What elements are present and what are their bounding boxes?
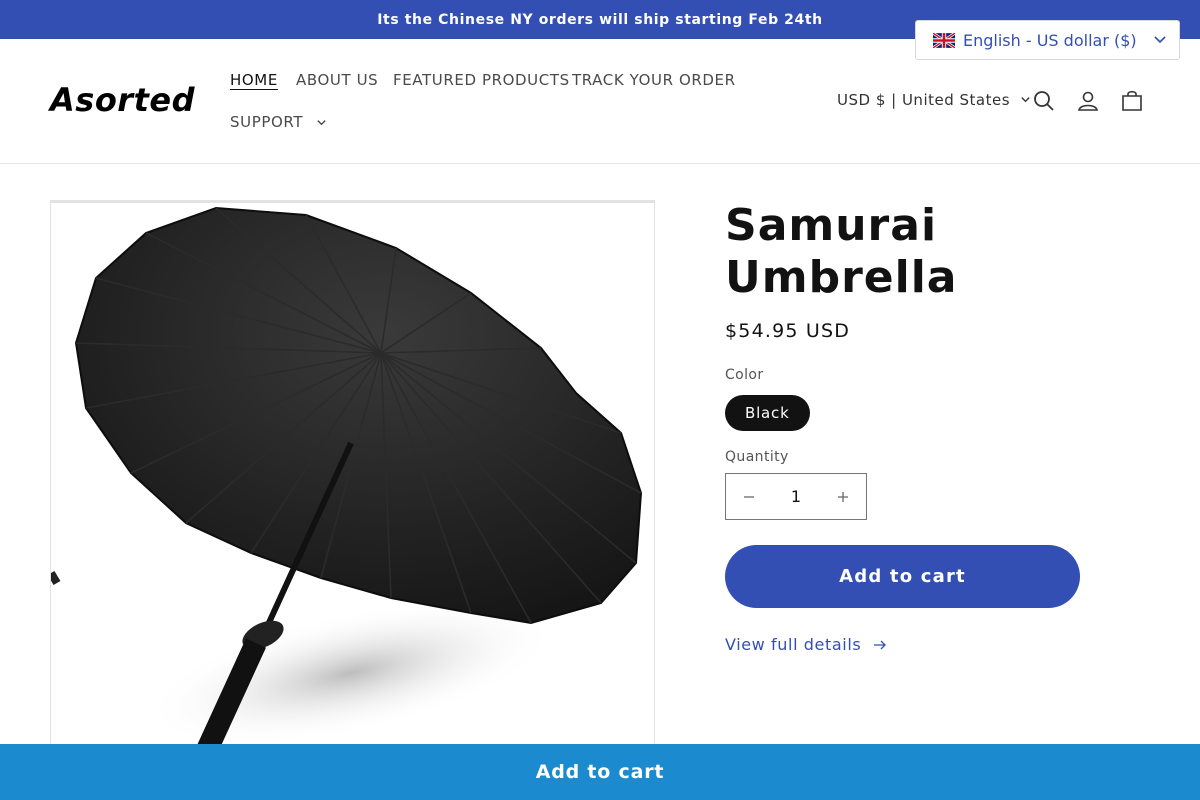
- nav-support[interactable]: SUPPORT: [230, 113, 327, 132]
- view-full-details-label: View full details: [725, 635, 862, 654]
- language-currency-label: English - US dollar ($): [963, 30, 1137, 50]
- nav-about-us[interactable]: ABOUT US: [296, 71, 378, 89]
- nav-support-label: SUPPORT: [230, 113, 304, 131]
- product-price: $54.95 USD: [725, 320, 851, 342]
- account-icon[interactable]: [1076, 89, 1100, 113]
- nav-home[interactable]: HOME: [230, 71, 278, 89]
- minus-icon[interactable]: [726, 474, 772, 519]
- site-logo[interactable]: Asorted: [50, 81, 195, 119]
- language-currency-switcher[interactable]: English - US dollar ($): [915, 20, 1180, 60]
- product-image-gallery[interactable]: [50, 200, 655, 760]
- chevron-down-icon: [1020, 91, 1031, 109]
- currency-label: USD $ | United States: [837, 91, 1011, 109]
- view-full-details-link[interactable]: View full details: [725, 635, 887, 654]
- sticky-add-to-cart-button[interactable]: Add to cart: [0, 744, 1200, 800]
- uk-flag-icon: [932, 31, 956, 49]
- product-image: [51, 206, 643, 759]
- announcement-text: Its the Chinese NY orders will ship star…: [377, 11, 823, 28]
- quantity-input[interactable]: 1: [772, 487, 820, 506]
- quantity-label: Quantity: [725, 449, 789, 465]
- product-title: Samurai Umbrella: [725, 200, 958, 303]
- nav-featured-products[interactable]: FEATURED PRODUCTS: [393, 71, 570, 89]
- currency-selector[interactable]: USD $ | United States: [837, 91, 1031, 109]
- quantity-stepper: 1: [725, 473, 867, 520]
- chevron-down-icon: [316, 114, 327, 132]
- color-label: Color: [725, 367, 764, 383]
- cart-icon[interactable]: [1120, 89, 1144, 113]
- nav-track-your-order[interactable]: TRACK YOUR ORDER: [572, 71, 736, 89]
- plus-icon[interactable]: [820, 474, 866, 519]
- add-to-cart-button[interactable]: Add to cart: [725, 545, 1080, 608]
- search-icon[interactable]: [1032, 89, 1056, 113]
- chevron-down-icon: [1153, 31, 1167, 50]
- sticky-add-to-cart-label: Add to cart: [535, 761, 665, 783]
- arrow-right-icon: [873, 635, 887, 654]
- color-option-black[interactable]: Black: [725, 395, 810, 431]
